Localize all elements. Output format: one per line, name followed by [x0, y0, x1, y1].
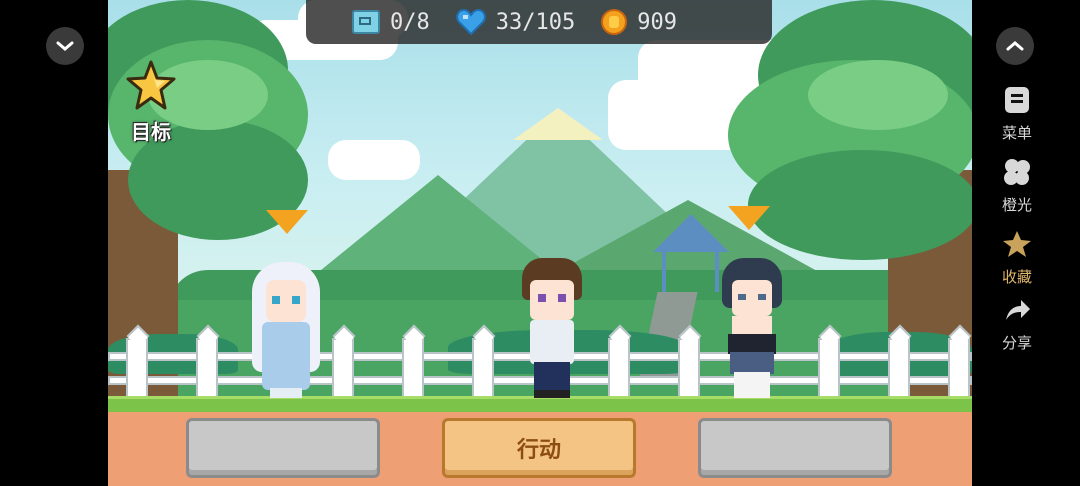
side-menu-item-menu[interactable]: 菜单: [996, 86, 1038, 143]
character-shoes: [534, 390, 570, 398]
chevron-up-icon: [1006, 41, 1024, 51]
side-menu-item-share[interactable]: 分享: [996, 296, 1038, 353]
character-dark-haired-girl[interactable]: [720, 258, 784, 398]
character-eye: [558, 294, 566, 302]
left-toggle-button[interactable]: [46, 27, 84, 65]
coins: 909: [601, 9, 677, 35]
character-feet: [270, 388, 302, 398]
hp: 33/105: [455, 9, 576, 35]
map-progress-value: 0/8: [390, 9, 430, 35]
fence-post: [402, 338, 424, 400]
action-button-label: 行动: [516, 438, 561, 463]
fence-post: [888, 338, 910, 400]
character-brown-haired-boy[interactable]: [520, 258, 584, 398]
fence-post: [818, 338, 840, 400]
action-button-left[interactable]: [186, 418, 380, 478]
fence-post: [332, 338, 354, 400]
mountain-peak-snow: [513, 108, 603, 140]
character-face: [530, 280, 574, 320]
objective-label: 目标: [131, 120, 171, 144]
map-progress: 0/8: [352, 10, 430, 35]
tree-foliage: [748, 150, 972, 260]
character-pants: [534, 362, 570, 392]
character-eye: [292, 296, 300, 304]
fence-post: [472, 338, 494, 400]
side-menu-item-favorite[interactable]: 收藏: [996, 230, 1038, 287]
gazebo-roof: [653, 214, 729, 252]
fence-post: [948, 338, 970, 400]
game-scene: 行动: [108, 0, 972, 486]
side-menu-label: 分享: [1001, 334, 1032, 352]
side-menu-label: 菜单: [1001, 124, 1032, 142]
character-skirt: [730, 352, 774, 374]
character-socks: [734, 372, 770, 398]
hp-value: 33/105: [495, 9, 576, 35]
character-eye: [538, 294, 546, 302]
map-icon: [352, 10, 380, 34]
interaction-marker-right[interactable]: [728, 206, 770, 230]
character-eye: [738, 294, 746, 300]
action-button[interactable]: 行动: [442, 418, 636, 478]
star-icon: [1003, 231, 1031, 257]
chevron-down-icon: [56, 41, 74, 51]
character-silver-haired-girl[interactable]: [248, 262, 324, 398]
share-icon: [1006, 300, 1030, 320]
fence-post: [608, 338, 630, 400]
collapse-button[interactable]: [996, 27, 1034, 65]
action-button-right[interactable]: [698, 418, 892, 478]
side-menu-item-orange-light[interactable]: 橙光: [996, 158, 1038, 215]
character-robe: [262, 322, 310, 390]
fence-post: [678, 338, 700, 400]
fence-post: [126, 338, 148, 400]
character-eye: [758, 294, 766, 300]
interaction-marker-left[interactable]: [266, 210, 308, 234]
objective-button[interactable]: 目标: [126, 60, 176, 145]
character-eye: [272, 296, 280, 304]
coin-icon: [601, 9, 628, 35]
menu-icon: [1005, 87, 1029, 113]
tree-foliage: [808, 60, 948, 130]
heart-icon: [455, 9, 486, 35]
status-bar: 0/8 33/105 909: [306, 0, 772, 44]
star-icon: [126, 60, 176, 110]
gazebo-pillar: [715, 252, 719, 292]
gazebo-pillar: [662, 252, 666, 292]
fence-post: [196, 338, 218, 400]
orange-light-icon: [1004, 159, 1030, 185]
side-menu-label: 收藏: [1001, 268, 1032, 286]
character-neck: [732, 316, 772, 336]
side-menu-label: 橙光: [1001, 196, 1032, 214]
character-shirt: [530, 320, 574, 364]
coins-value: 909: [637, 9, 677, 35]
character-top: [728, 334, 776, 354]
